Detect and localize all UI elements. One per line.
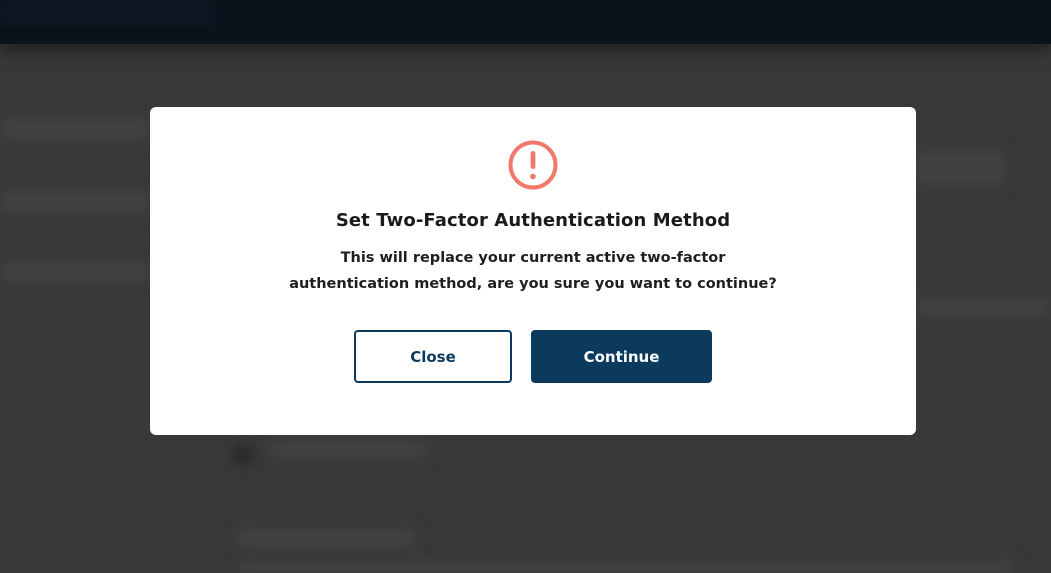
dialog-message: This will replace your current active tw… — [289, 250, 777, 292]
confirm-dialog: Set Two-Factor Authentication Method Thi… — [150, 107, 916, 435]
page: Set Two-Factor Authentication Method Thi… — [0, 0, 1051, 573]
continue-button[interactable]: Continue — [531, 330, 712, 383]
warning-circle-icon — [508, 140, 558, 190]
dialog-title: Set Two-Factor Authentication Method — [335, 210, 731, 231]
close-button[interactable]: Close — [354, 330, 512, 383]
